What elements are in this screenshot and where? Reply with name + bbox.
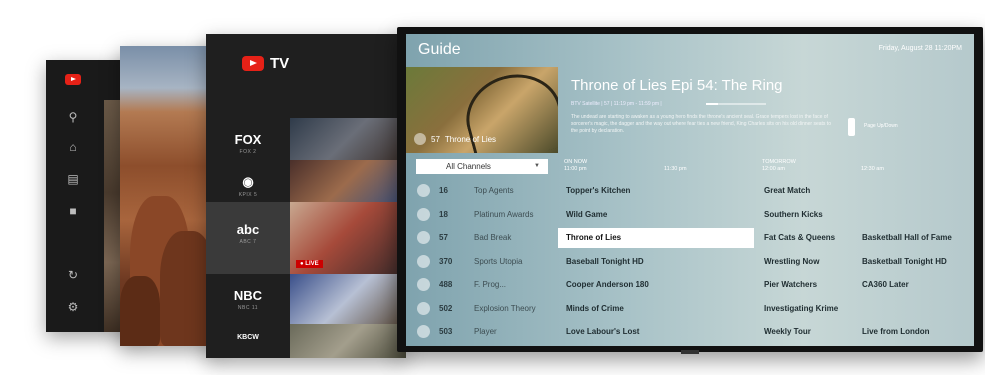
channel-sub: ABC 7 [239, 239, 257, 245]
guide-row[interactable]: 370 Sports Utopia Baseball Tonight HD Wrest… [406, 250, 974, 274]
channel-icon [417, 231, 430, 244]
program-poster: 57 Throne of Lies [406, 67, 558, 153]
timeslot-header: ON NOW 11:00 pm [564, 159, 588, 172]
guide-row[interactable]: 18 Platinum Awards Wild Game Southern Kicks [406, 203, 974, 227]
channel-icon [417, 325, 430, 338]
show-progress-bar [706, 103, 766, 105]
channel-icon [417, 184, 430, 197]
program-cell[interactable]: Basketball Hall of Fame [862, 233, 952, 242]
channel-number: 370 [439, 256, 453, 266]
history-icon[interactable]: ↻ [66, 268, 80, 282]
channel-logo: FOX [234, 132, 262, 147]
timeslot-header: TOMORROW 12:00 am [762, 159, 796, 172]
channel-icon [417, 254, 430, 268]
program-cell[interactable]: Topper's Kitchen [566, 186, 630, 195]
poster-title: Throne of Lies [444, 134, 497, 144]
chevron-down-icon: ▼ [534, 163, 540, 169]
channel-icon [417, 278, 430, 291]
subscriptions-icon[interactable]: ▤ [66, 172, 80, 186]
guide-row[interactable]: 16 Top Agents Topper's Kitchen Great Match [406, 179, 974, 203]
channel-number: 502 [439, 303, 453, 313]
guide-row[interactable]: 503 Player Love Labour's Lost Weekly Tour Li… [406, 320, 974, 344]
guide-row[interactable]: 488 F. Prog... Cooper Anderson 180 Pier Wat… [406, 273, 974, 297]
youtube-tv-panel: TV FOX FOX 2 ◉ KPIX 5 abc ABC 7 NBC NBC … [206, 34, 406, 358]
home-icon[interactable]: ⌂ [66, 140, 80, 154]
program-cell[interactable]: Cooper Anderson 180 [566, 280, 649, 289]
channel-name: Sports Utopia [474, 256, 523, 266]
channel-number: 488 [439, 280, 453, 289]
guide-datetime: Friday, August 28 11:20PM [878, 45, 962, 52]
thumbnail-cbs[interactable] [290, 160, 406, 202]
channel-name: Player [474, 327, 497, 336]
channel-icon [417, 301, 430, 315]
remote-icon [848, 118, 855, 136]
program-cell[interactable]: Live from London [862, 327, 930, 336]
channel-number: 18 [439, 209, 448, 219]
guide-row[interactable]: 57 Bad Break Throne of Lies Fat Cats & Quee… [406, 226, 974, 250]
timeslot-header: 12:30 am [861, 166, 884, 172]
channel-icon [417, 207, 430, 221]
poster-caption: 57 Throne of Lies [414, 133, 496, 145]
guide-screen: Guide Friday, August 28 11:20PM 57 Thron… [406, 34, 974, 346]
channel-logo: NBC [233, 288, 263, 303]
program-cell[interactable]: Great Match [764, 186, 810, 195]
guide-row[interactable]: 502 Explosion Theory Minds of Crime Investi… [406, 297, 974, 321]
thumbnail-kbcw[interactable] [290, 324, 406, 358]
program-cell[interactable]: Baseball Tonight HD [566, 257, 644, 266]
youtube-tv-brand: TV [270, 55, 290, 72]
channel-logo: KBCW [237, 334, 259, 341]
library-icon[interactable]: ■ [66, 204, 80, 218]
show-description: The undead are starting to awaken as a y… [571, 114, 831, 134]
channel-sub: FOX 2 [239, 149, 257, 155]
youtube-tv-logo: TV [242, 55, 289, 72]
show-meta: BTV Satellite | 57 | 11:19 pm - 11:59 pm… [571, 101, 662, 107]
channel-abc[interactable]: abc ABC 7 [206, 202, 290, 274]
show-title: Throne of Lies Epi 54: The Ring [571, 77, 783, 94]
program-cell[interactable]: Weekly Tour [764, 327, 811, 336]
program-cell[interactable]: CA360 Later [862, 280, 909, 289]
program-cell[interactable]: Wild Game [566, 210, 607, 219]
channel-name: Explosion Theory [474, 303, 536, 313]
channel-name: F. Prog... [474, 280, 507, 289]
timeslot-header: 11:30 pm [664, 166, 687, 172]
program-cell[interactable]: Minds of Crime [566, 304, 624, 313]
thumbnail-nbc[interactable] [290, 274, 406, 324]
program-cell[interactable]: Throne of Lies [558, 228, 754, 248]
thumbnail-fox[interactable] [290, 118, 406, 160]
program-cell[interactable]: Love Labour's Lost [566, 327, 639, 336]
thumbnail-abc[interactable]: ● LIVE [290, 202, 406, 274]
channel-number: 57 [439, 233, 448, 242]
page-hint: Page Up/Down [864, 123, 898, 129]
channel-filter-label: All Channels [446, 162, 491, 171]
channel-kbcw[interactable]: KBCW [206, 324, 290, 354]
program-cell[interactable]: Wrestling Now [764, 257, 819, 266]
program-cell[interactable]: Pier Watchers [764, 280, 817, 289]
channel-icon [414, 133, 426, 145]
channel-number: 16 [439, 186, 448, 195]
canyon-image-panel [120, 46, 220, 346]
channel-number: 503 [439, 327, 453, 336]
cbs-eye-icon: ◉ [242, 174, 254, 189]
youtube-logo-icon [65, 74, 81, 85]
channel-sub: NBC 11 [237, 305, 259, 311]
program-cell[interactable]: Basketball Tonight HD [862, 257, 947, 266]
poster-channel: 57 [431, 134, 440, 144]
program-cell[interactable]: Investigating Krime [764, 304, 838, 313]
channel-name: Platinum Awards [474, 209, 534, 219]
live-badge: ● LIVE [296, 260, 323, 268]
search-icon[interactable]: ⚲ [66, 110, 80, 124]
tv-frame: Guide Friday, August 28 11:20PM 57 Thron… [397, 27, 983, 354]
channel-name: Top Agents [474, 186, 514, 195]
channel-logo: abc [236, 222, 260, 237]
channel-filter-dropdown[interactable]: All Channels ▼ [416, 159, 548, 174]
program-cell[interactable]: Southern Kicks [764, 210, 823, 219]
channel-sub: KPIX 5 [238, 192, 258, 198]
youtube-play-icon [242, 56, 264, 71]
settings-icon[interactable]: ⚙ [66, 300, 80, 314]
tv-stand [681, 350, 699, 354]
program-cell[interactable]: Fat Cats & Queens [764, 233, 835, 242]
guide-title: Guide [418, 41, 461, 58]
channel-name: Bad Break [474, 233, 512, 242]
